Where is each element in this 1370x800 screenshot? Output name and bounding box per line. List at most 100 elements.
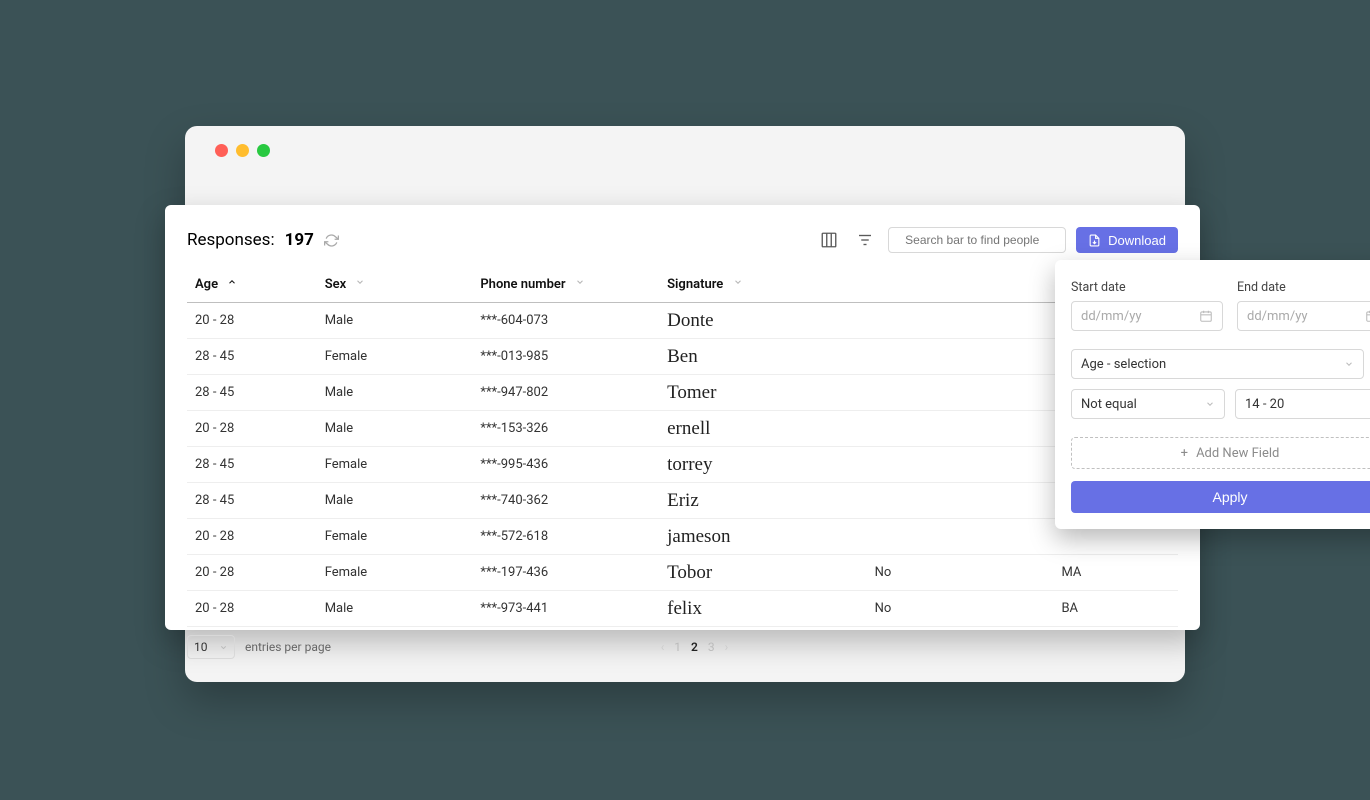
cell-age: 20 - 28 [187,303,317,339]
cell-5 [867,519,1054,555]
filter-value-input[interactable]: 14 - 20 [1235,389,1370,419]
per-page-select[interactable]: 10 [187,635,235,659]
next-page[interactable]: › [725,640,729,654]
close-icon[interactable] [215,144,228,157]
filter-condition-select[interactable]: Not equal [1071,389,1225,419]
minimize-icon[interactable] [236,144,249,157]
cell-signature: torrey [659,447,867,483]
cell-sex: Male [317,375,473,411]
plus-icon: + [1181,446,1188,461]
cell-signature: Tobor [659,555,867,591]
download-icon [1088,234,1101,247]
cell-phone: ***-740-362 [472,483,659,519]
table-header-row: Age Sex Phone number [187,267,1178,303]
filter-field-select[interactable]: Age - selection [1071,349,1364,379]
sort-asc-icon [227,277,237,287]
cell-phone: ***-153-326 [472,411,659,447]
cell-signature: ernell [659,411,867,447]
table-row[interactable]: 28 - 45Female***-995-436torrey [187,447,1178,483]
table-row[interactable]: 28 - 45Male***-947-802Tomer [187,375,1178,411]
cell-phone: ***-995-436 [472,447,659,483]
table-row[interactable]: 20 - 28Male***-973-441felixNoBA [187,591,1178,627]
per-page-label: entries per page [245,640,331,654]
cell-phone: ***-973-441 [472,591,659,627]
cell-phone: ***-572-618 [472,519,659,555]
chevron-down-icon [1344,359,1354,369]
column-header-age[interactable]: Age [187,267,317,303]
page-2[interactable]: 2 [691,640,698,654]
cell-phone: ***-947-802 [472,375,659,411]
maximize-icon[interactable] [257,144,270,157]
download-button[interactable]: Download [1076,227,1178,253]
chevron-down-icon [355,277,365,287]
responses-label: Responses: [187,230,275,250]
cell-5: No [867,591,1054,627]
responses-card: Responses: 197 Download [165,205,1200,630]
cell-6: MA [1053,555,1178,591]
cell-signature: Ben [659,339,867,375]
cell-age: 20 - 28 [187,591,317,627]
cell-signature: felix [659,591,867,627]
columns-icon[interactable] [816,227,842,253]
end-date-input[interactable]: dd/mm/yy [1237,301,1370,331]
cell-age: 28 - 45 [187,447,317,483]
chevron-down-icon [733,277,743,287]
cell-signature: Tomer [659,375,867,411]
chevron-down-icon [575,277,585,287]
start-date-label: Start date [1071,280,1126,295]
column-header-sex[interactable]: Sex [317,267,473,303]
table-row[interactable]: 20 - 28Male***-153-326ernell [187,411,1178,447]
cell-sex: Female [317,519,473,555]
page-1[interactable]: 1 [674,640,681,654]
cell-5 [867,447,1054,483]
table-row[interactable]: 28 - 45Female***-013-985Ben [187,339,1178,375]
cell-sex: Female [317,339,473,375]
refresh-icon[interactable] [324,233,339,248]
pagination: ‹ 1 2 3 › [331,640,1058,654]
cell-signature: Eriz [659,483,867,519]
search-field[interactable] [905,233,1060,247]
cell-6: BA [1053,591,1178,627]
table-row[interactable]: 20 - 28Male***-604-073Donte [187,303,1178,339]
cell-5: No [867,555,1054,591]
cell-5 [867,375,1054,411]
column-header-signature[interactable]: Signature [659,267,867,303]
apply-button[interactable]: Apply [1071,481,1370,513]
cell-signature: Donte [659,303,867,339]
responses-table: Age Sex Phone number [187,267,1178,627]
table-row[interactable]: 20 - 28Female***-572-618jameson [187,519,1178,555]
start-date-input[interactable]: dd/mm/yy [1071,301,1223,331]
table-row[interactable]: 20 - 28Female***-197-436ToborNoMA [187,555,1178,591]
filter-icon[interactable] [852,227,878,253]
add-field-button[interactable]: + Add New Field [1071,437,1370,469]
responses-count: 197 [285,230,314,250]
table-row[interactable]: 28 - 45Male***-740-362Eriz [187,483,1178,519]
calendar-icon [1365,309,1370,323]
cell-phone: ***-604-073 [472,303,659,339]
window-controls [185,126,1185,175]
column-header-5[interactable] [867,267,1054,303]
cell-sex: Male [317,411,473,447]
prev-page[interactable]: ‹ [661,640,665,654]
search-input[interactable] [888,227,1066,253]
page-title: Responses: 197 [187,230,339,250]
filter-panel: Start date dd/mm/yy End date dd/mm/yy Ag… [1055,260,1370,529]
cell-age: 20 - 28 [187,411,317,447]
end-date-label: End date [1237,280,1286,295]
toolbar: Download [816,227,1178,253]
cell-sex: Male [317,591,473,627]
cell-phone: ***-013-985 [472,339,659,375]
page-3[interactable]: 3 [708,640,715,654]
chevron-down-icon [219,643,228,652]
cell-sex: Female [317,555,473,591]
cell-5 [867,303,1054,339]
cell-sex: Male [317,483,473,519]
cell-age: 28 - 45 [187,339,317,375]
cell-age: 20 - 28 [187,555,317,591]
column-header-phone[interactable]: Phone number [472,267,659,303]
cell-5 [867,339,1054,375]
cell-age: 20 - 28 [187,519,317,555]
download-label: Download [1108,233,1166,248]
cell-age: 28 - 45 [187,483,317,519]
cell-signature: jameson [659,519,867,555]
